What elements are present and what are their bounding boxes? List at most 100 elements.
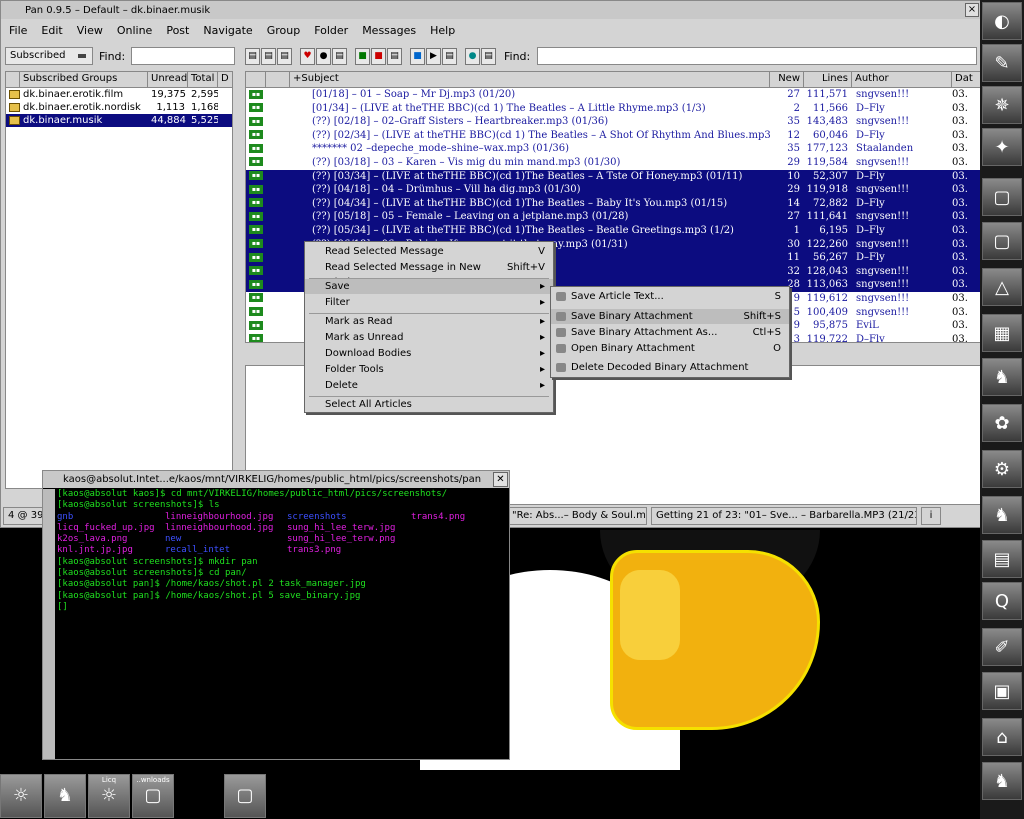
bomb-icon[interactable]: ● — [316, 47, 331, 65]
menu-view[interactable]: View — [77, 24, 103, 37]
new-post-icon[interactable]: ▤ — [245, 47, 260, 65]
binary-icon[interactable]: ■ — [355, 47, 370, 65]
taskbar-item-licq[interactable]: Licq ☼ — [88, 774, 130, 818]
menu-item-save-binary-as[interactable]: Save Binary Attachment As... Ctl+S — [551, 325, 789, 340]
article-row[interactable]: ▪▪ (??) [04/18] – 04 – Drümhus – Vill ha … — [246, 183, 982, 197]
dock-game-icon[interactable]: ✦ — [982, 128, 1022, 166]
article-row[interactable]: ▪▪ (??) [05/34] – (LIVE at theTHE BBC)(cd… — [246, 223, 982, 238]
menu-messages[interactable]: Messages — [362, 24, 416, 37]
document-icon[interactable]: ▤ — [332, 47, 347, 65]
dock-qvwm-icon[interactable]: Q — [982, 582, 1022, 620]
menu-help[interactable]: Help — [430, 24, 455, 37]
menu-item-read-selected[interactable]: Read Selected Message V — [305, 244, 553, 259]
followup-icon[interactable]: ▤ — [277, 47, 292, 65]
menu-navigate[interactable]: Navigate — [203, 24, 252, 37]
menu-edit[interactable]: Edit — [41, 24, 62, 37]
article-row[interactable]: ▪▪ (??) [02/18] – 02–Graff Sisters – Hear… — [246, 115, 982, 129]
group-row[interactable]: dk.binaer.erotik.film 19,375 2,595 — [6, 88, 232, 101]
menu-item-save[interactable]: Save ▸ — [305, 279, 553, 294]
articles-header-subject[interactable]: +Subject — [290, 72, 770, 87]
article-row[interactable]: ▪▪ ******* 02 –depeche_mode–shine–wax.mp3… — [246, 142, 982, 156]
groups-header-total[interactable]: Total — [188, 72, 218, 87]
dock-wrench-icon[interactable]: ✎ — [982, 44, 1022, 82]
menu-folder[interactable]: Folder — [314, 24, 348, 37]
copy-icon[interactable]: ▤ — [442, 47, 457, 65]
menu-item-filter[interactable]: Filter ▸ — [305, 295, 553, 310]
articles-header-author[interactable]: Author — [852, 72, 952, 87]
menu-item-save-article-text[interactable]: Save Article Text... S — [551, 289, 789, 304]
terminal-titlebar[interactable]: kaos@absolut.Intet...e/kaos/mnt/VIRKELIG… — [43, 471, 509, 488]
menu-item-delete-decoded[interactable]: Delete Decoded Binary Attachment — [551, 360, 789, 375]
window-titlebar[interactable]: Pan 0.9.5 – Default – dk.binaer.musik × — [1, 1, 981, 19]
menu-online[interactable]: Online — [117, 24, 152, 37]
article-new-count: 27 — [787, 89, 800, 100]
dock-gear-icon[interactable]: ⚙ — [982, 450, 1022, 488]
dock-gimp-icon[interactable]: ✐ — [982, 628, 1022, 666]
groups-find-input[interactable] — [131, 47, 236, 65]
article-lines: 119,584 — [806, 156, 848, 168]
dock-triangle-icon[interactable]: △ — [982, 268, 1022, 306]
menu-item-download-bodies[interactable]: Download Bodies ▸ — [305, 346, 553, 361]
taskbar-item[interactable]: ♞ — [44, 774, 86, 818]
menu-item-mark-read[interactable]: Mark as Read ▸ — [305, 314, 553, 329]
terminal-close-button[interactable]: ✕ — [493, 472, 508, 487]
groups-header-name[interactable]: Subscribed Groups — [20, 72, 148, 87]
dock-pilot-icon[interactable]: ▣ — [982, 672, 1022, 710]
group-filter-select[interactable]: Subscribed — [5, 47, 93, 65]
menu-item-save-binary[interactable]: Save Binary Attachment Shift+S — [551, 309, 789, 324]
article-row[interactable]: ▪▪ [01/34] – (LIVE at theTHE BBC)(cd 1) T… — [246, 102, 982, 116]
groups-header-unread[interactable]: Unread — [148, 72, 188, 87]
article-row[interactable]: ▪▪ (??) [05/18] – 05 – Female – Leaving o… — [246, 210, 982, 224]
envelope-icon — [9, 102, 20, 112]
window-close-button[interactable]: × — [965, 3, 979, 17]
info-icon[interactable]: i — [921, 507, 941, 525]
article-row[interactable]: ▪▪ [01/18] – 01 – Soap – Mr Dj.mp3 (01/20… — [246, 88, 982, 102]
dock-tux-icon[interactable]: ♞ — [982, 496, 1022, 534]
menu-item-select-all[interactable]: Select All Articles — [305, 397, 553, 412]
play-icon[interactable]: ▶ — [426, 47, 441, 65]
menu-item-mark-unread[interactable]: Mark as Unread ▸ — [305, 330, 553, 345]
menu-item-folder-tools[interactable]: Folder Tools ▸ — [305, 362, 553, 377]
dock-igloo-icon[interactable]: ⌂ — [982, 718, 1022, 756]
menu-post[interactable]: Post — [166, 24, 189, 37]
heart-icon[interactable]: ♥ — [300, 47, 315, 65]
articles-header-new[interactable]: New — [770, 72, 804, 87]
dock-tux-icon[interactable]: ♞ — [982, 358, 1022, 396]
article-row[interactable]: ▪▪ (??) [04/34] – (LIVE at theTHE BBC)(cd… — [246, 196, 982, 211]
articles-header-icon — [246, 72, 266, 87]
page-icon[interactable]: ▤ — [387, 47, 402, 65]
group-row[interactable]: dk.binaer.erotik.nordisk 1,113 1,168 — [6, 101, 232, 114]
dock-swirl-icon[interactable]: ◐ — [982, 2, 1022, 40]
reply-icon[interactable]: ▤ — [261, 47, 276, 65]
menu-item-open-binary[interactable]: Open Binary Attachment O — [551, 341, 789, 356]
dock-flower-icon[interactable]: ✿ — [982, 404, 1022, 442]
navigate-icon[interactable]: ■ — [410, 47, 425, 65]
dock-wheel-icon[interactable]: ✵ — [982, 86, 1022, 124]
articles-header-date[interactable]: Dat — [952, 72, 982, 87]
menu-group[interactable]: Group — [267, 24, 301, 37]
dock-monitor-icon[interactable]: ▢ — [982, 178, 1022, 216]
articles-find-input[interactable] — [537, 47, 978, 65]
menu-item-read-new-window[interactable]: Read Selected Message in New WindowShift… — [305, 260, 553, 288]
taskbar-item[interactable]: ▢ — [224, 774, 266, 818]
group-row-selected[interactable]: dk.binaer.musik 44,884 5,525 — [6, 114, 232, 127]
menu-item-delete[interactable]: Delete ▸ — [305, 378, 553, 393]
record-icon[interactable]: ■ — [371, 47, 386, 65]
article-row[interactable]: ▪▪ (??) [03/18] – 03 – Karen – Vis mig du… — [246, 156, 982, 170]
taskbar-item-downloads[interactable]: ..wnloads ▢ — [132, 774, 174, 818]
groups-header-d[interactable]: D — [218, 72, 232, 87]
article-row[interactable]: ▪▪ (??) [02/34] – (LIVE at theTHE BBC)(cd… — [246, 129, 982, 143]
folder-icon[interactable]: ▤ — [481, 47, 496, 65]
dock-monitor-icon[interactable]: ▢ — [982, 222, 1022, 260]
terminal-scrollbar[interactable] — [43, 489, 55, 759]
dock-calculator-icon[interactable]: ▦ — [982, 314, 1022, 352]
menu-file[interactable]: File — [9, 24, 27, 37]
binary-attachment-icon: ▪▪ — [249, 334, 263, 342]
taskbar-item[interactable]: ☼ — [0, 774, 42, 818]
globe-icon[interactable]: ● — [465, 47, 480, 65]
article-row[interactable]: ▪▪ (??) [03/34] – (LIVE at theTHE BBC)(cd… — [246, 169, 982, 184]
articles-header-lines[interactable]: Lines — [804, 72, 852, 87]
dock-pager-icon[interactable]: ▤ — [982, 540, 1022, 578]
dock-tux-icon[interactable]: ♞ — [982, 762, 1022, 800]
terminal-output[interactable]: [kaos@absolut kaos]$ cd mnt/VIRKELIG/hom… — [57, 489, 509, 759]
